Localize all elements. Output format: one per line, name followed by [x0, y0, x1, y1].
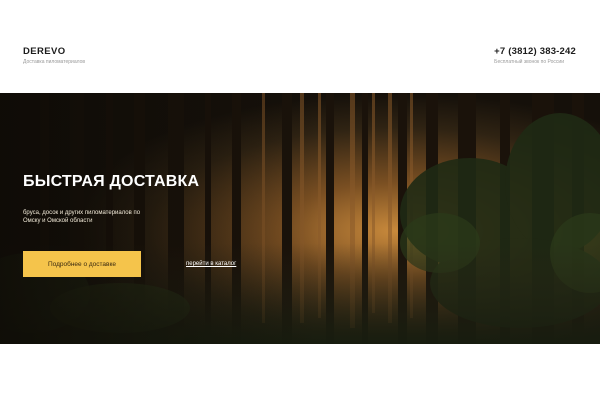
catalog-link[interactable]: перейти в каталог [186, 261, 236, 267]
tagline: Доставка пиломатериалов [23, 59, 86, 65]
hero-content: БЫСТРАЯ ДОСТАВКА бруса, досок и других п… [23, 93, 323, 344]
page-bottom-area [0, 344, 600, 400]
hero-title: БЫСТРАЯ ДОСТАВКА [23, 173, 200, 190]
brand[interactable]: DEREVO Доставка пиломатериалов [23, 47, 86, 66]
logo[interactable]: DEREVO [23, 47, 85, 57]
site-header: DEREVO Доставка пиломатериалов +7 (3812)… [0, 0, 600, 93]
hero-banner: БЫСТРАЯ ДОСТАВКА бруса, досок и других п… [0, 93, 600, 344]
hero-description: бруса, досок и других пиломатериалов по … [23, 210, 141, 224]
contact-block: +7 (3812) 383-242 Бесплатный звонок по Р… [494, 47, 576, 66]
delivery-details-button[interactable]: Подробнее о доставке [23, 251, 141, 277]
phone-note: Бесплатный звонок по России [494, 59, 564, 65]
phone-number[interactable]: +7 (3812) 383-242 [494, 47, 576, 57]
